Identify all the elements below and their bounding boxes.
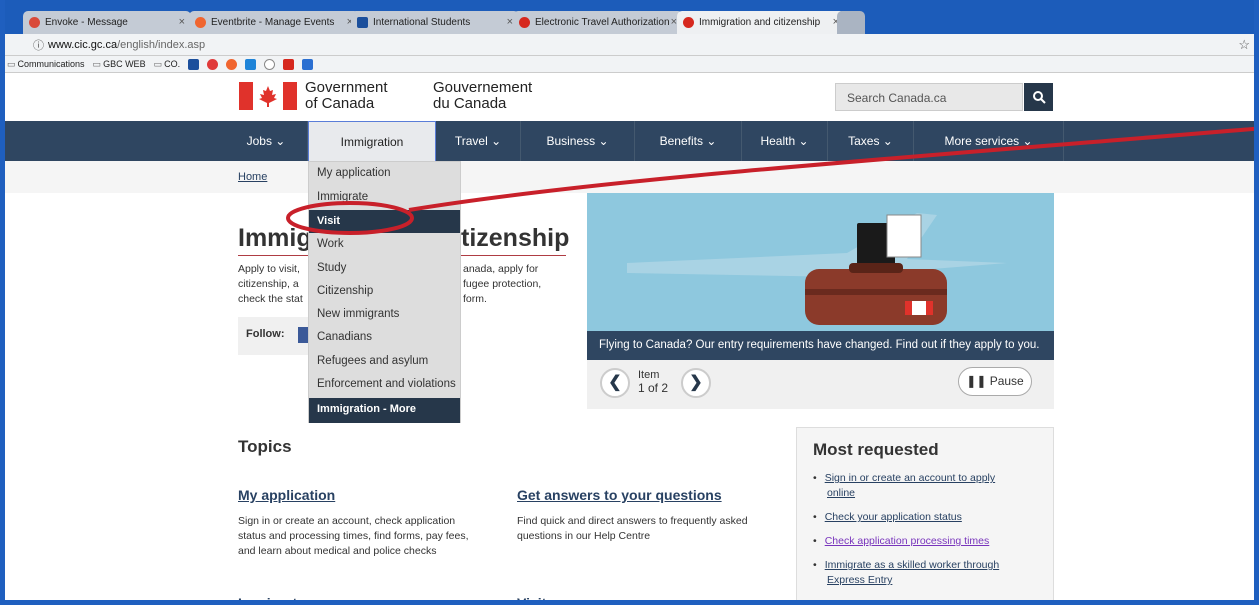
suitcase-illustration xyxy=(627,213,1007,325)
dropdown-citizenship[interactable]: Citizenship xyxy=(309,280,460,303)
globe-bookmark-icon[interactable] xyxy=(264,58,276,70)
bookmarks-bar: ▭ Communications ▭ GBC WEB ▭ CO. xyxy=(5,56,1254,73)
gbc-icon xyxy=(357,17,368,28)
tab-eta[interactable]: Electronic Travel Authorization × xyxy=(513,11,683,34)
carousel-next-button[interactable]: ❯ xyxy=(681,368,711,398)
topic-my-application-link[interactable]: My application xyxy=(238,487,335,503)
menu-jobs[interactable]: Jobs ⌄ xyxy=(225,121,308,161)
dropdown-visit[interactable]: Visit xyxy=(309,210,460,233)
menu-health[interactable]: Health ⌄ xyxy=(742,121,828,161)
bookmark-gbc-web[interactable]: ▭ GBC WEB xyxy=(93,59,146,70)
envoke-icon xyxy=(29,17,40,28)
most-requested-item[interactable]: • Sign in or create an account to apply o… xyxy=(813,471,995,501)
gbc-bookmark-icon[interactable] xyxy=(188,58,200,70)
page-title-continued: tizenship xyxy=(461,224,570,252)
carousel-prev-button[interactable]: ❮ xyxy=(600,368,630,398)
carousel-pause-button[interactable]: ❚❚ Pause xyxy=(958,367,1032,396)
tab-strip: Envoke - Message × Eventbrite - Manage E… xyxy=(5,0,1254,34)
browser-window: Envoke - Message × Eventbrite - Manage E… xyxy=(0,0,1259,605)
dropdown-enforcement[interactable]: Enforcement and violations xyxy=(309,373,460,396)
url-host: www.cic.gc.ca xyxy=(48,38,118,51)
info-icon[interactable]: ⓘ xyxy=(33,37,44,53)
web-page: Government of Canada Gouvernement du Can… xyxy=(5,73,1254,600)
topic-description: questions in our Help Centre xyxy=(517,530,651,542)
most-requested-item[interactable]: • Check application processing times xyxy=(813,534,989,549)
dropdown-study[interactable]: Study xyxy=(309,257,460,280)
address-bar[interactable]: ⓘ www.cic.gc.ca /english/index.asp ☆ xyxy=(5,34,1254,56)
intro-text: anada, apply for xyxy=(463,263,539,275)
maple-leaf-icon xyxy=(683,17,694,28)
menu-immigration[interactable]: Immigration xyxy=(308,121,436,161)
folder-icon: ▭ xyxy=(92,58,102,69)
most-requested-item[interactable]: • Immigrate as a skilled worker through E… xyxy=(813,558,999,588)
search-input[interactable]: Search Canada.ca xyxy=(835,83,1023,111)
intro-text: citizenship, a xyxy=(238,278,299,290)
search-icon xyxy=(1032,91,1046,104)
topic-visit-link[interactable]: Visit xyxy=(517,595,546,600)
dropbox-bookmark-icon[interactable] xyxy=(245,58,257,70)
intro-text: check the stat xyxy=(238,293,303,305)
menu-business[interactable]: Business ⌄ xyxy=(521,121,635,161)
eventbrite-bookmark-icon[interactable] xyxy=(226,58,238,70)
menu-taxes[interactable]: Taxes ⌄ xyxy=(828,121,914,161)
dropdown-immigration-more[interactable]: Immigration - More xyxy=(309,398,460,423)
topic-immigrate-link[interactable]: Immigrate xyxy=(238,595,305,600)
tab-eventbrite[interactable]: Eventbrite - Manage Events × xyxy=(189,11,359,34)
canada-flag-logo[interactable] xyxy=(239,82,297,110)
tab-international-students[interactable]: International Students × xyxy=(351,11,519,34)
page-title: Immig xyxy=(238,224,312,252)
folder-icon: ▭ xyxy=(153,58,163,69)
maple-leaf-icon xyxy=(519,17,530,28)
carousel-controls: ❮ Item 1 of 2 ❯ ❚❚ Pause xyxy=(587,360,1054,409)
carousel-item-counter: Item 1 of 2 xyxy=(638,369,669,395)
bookmark-communications[interactable]: ▭ Communications xyxy=(7,59,85,70)
bookmark-star-icon[interactable]: ☆ xyxy=(1238,37,1250,53)
tab-envoke[interactable]: Envoke - Message × xyxy=(23,11,191,34)
menu-travel[interactable]: Travel ⌄ xyxy=(436,121,521,161)
search-button[interactable] xyxy=(1024,83,1053,111)
eventbrite-icon xyxy=(195,17,206,28)
url-path: /english/index.asp xyxy=(117,38,206,51)
topics-heading: Topics xyxy=(238,437,292,456)
topic-description: Find quick and direct answers to frequen… xyxy=(517,515,748,527)
signature-en[interactable]: Government of Canada xyxy=(305,80,388,112)
envoke-bookmark-icon[interactable] xyxy=(207,58,219,70)
dropdown-canadians[interactable]: Canadians xyxy=(309,326,460,349)
folder-icon: ▭ xyxy=(7,58,16,69)
signature-fr[interactable]: Gouvernement du Canada xyxy=(433,80,532,112)
carousel-caption[interactable]: Flying to Canada? Our entry requirements… xyxy=(587,331,1054,360)
immigration-dropdown-menu: My application Immigrate Visit Work Stud… xyxy=(308,161,461,423)
most-requested-heading: Most requested xyxy=(813,440,939,459)
topic-description: Sign in or create an account, check appl… xyxy=(238,515,456,527)
topic-description: status and processing times, find forms,… xyxy=(238,530,469,542)
dropdown-my-application[interactable]: My application xyxy=(309,162,460,185)
topic-description: and learn about medical and police check… xyxy=(238,545,437,557)
dropdown-refugees[interactable]: Refugees and asylum xyxy=(309,350,460,373)
dropdown-immigrate[interactable]: Immigrate xyxy=(309,186,460,209)
main-menu: Jobs ⌄ Immigration Travel ⌄ Business ⌄ B… xyxy=(5,121,1254,161)
breadcrumb: Home xyxy=(5,161,1254,193)
topic-get-answers-link[interactable]: Get answers to your questions xyxy=(517,487,722,503)
most-requested-item[interactable]: • Check your application status xyxy=(813,510,962,525)
dropdown-new-immigrants[interactable]: New immigrants xyxy=(309,303,460,326)
intro-text: Apply to visit, xyxy=(238,263,300,275)
breadcrumb-home[interactable]: Home xyxy=(238,171,267,183)
bookmark-co[interactable]: ▭ CO. xyxy=(154,59,181,70)
menu-more-services[interactable]: More services ⌄ xyxy=(914,121,1064,161)
new-tab-button[interactable] xyxy=(837,11,865,34)
outlook-bookmark-icon[interactable] xyxy=(302,58,314,70)
gc-header: Government of Canada Gouvernement du Can… xyxy=(5,73,1254,121)
intro-text: fugee protection, xyxy=(463,278,542,290)
maple-leaf-bookmark-icon[interactable] xyxy=(283,58,295,70)
tab-immigration-active[interactable]: Immigration and citizenship × xyxy=(677,11,845,34)
menu-benefits[interactable]: Benefits ⌄ xyxy=(635,121,742,161)
close-tab-icon[interactable]: × xyxy=(179,16,185,28)
facebook-icon[interactable] xyxy=(298,327,308,343)
intro-text: form. xyxy=(463,293,487,305)
most-requested-panel: Most requested • Sign in or create an acc… xyxy=(796,427,1054,600)
dropdown-work[interactable]: Work xyxy=(309,233,460,256)
